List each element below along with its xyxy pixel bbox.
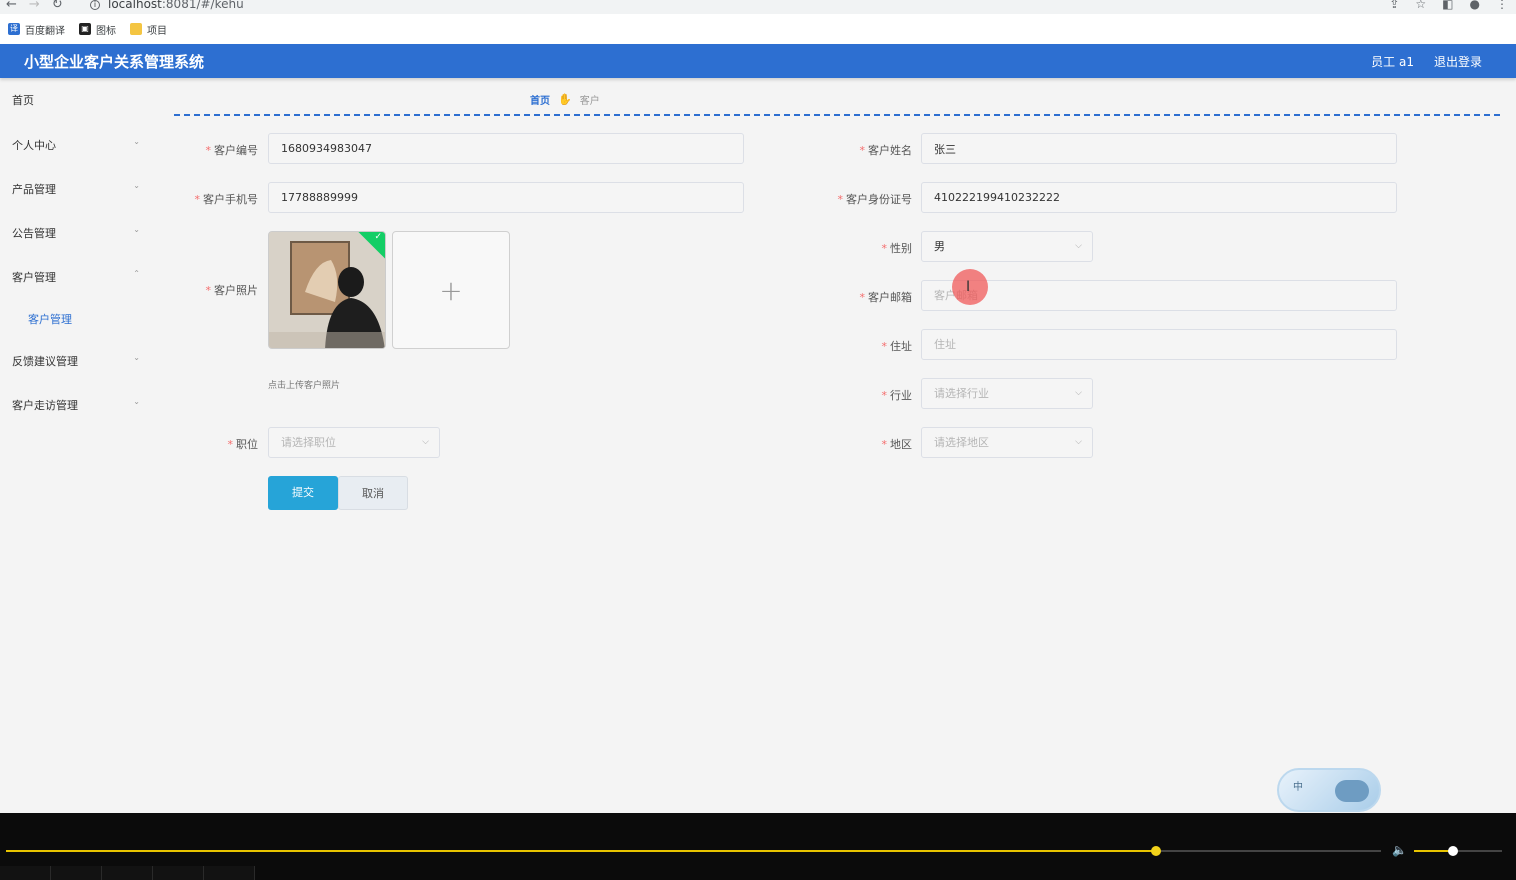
app-header: 小型企业客户关系管理系统 员工 a1 退出登录 [0,44,1516,78]
sidebar: 首页 个人中心 ⌄ 产品管理 ⌄ 公告管理 ⌄ 客户管理 ⌃ 客户管理 反馈建议管理 ⌄ … [0,78,150,813]
volume-level [1414,850,1453,852]
bookmark-star-icon[interactable]: ☆ [1415,0,1426,11]
phone-label: * 客户手机号 [194,193,259,206]
customer-photo-thumbnail[interactable]: ✓ [268,231,386,349]
email-label: * 客户邮箱 [859,291,913,304]
address-label: * 住址 [881,340,913,353]
seek-progress [6,850,1156,852]
id-card-input[interactable] [921,182,1397,213]
app-title: 小型企业客户关系管理系统 [24,53,205,71]
upload-tip: 点击上传客户照片 [268,381,341,391]
mascot-icon [1335,780,1369,802]
volume-slider[interactable] [1414,846,1502,856]
phone-input[interactable] [268,182,744,213]
gender-select[interactable]: 男 ⌵ [921,231,1093,262]
sidebar-item-home[interactable]: 首页 [12,92,140,108]
seek-bar[interactable] [6,846,1381,856]
sidepanel-icon[interactable]: ◧ [1442,0,1453,11]
address-input[interactable] [921,329,1397,360]
bookmark-item[interactable]: 项目 [130,22,167,37]
submit-button[interactable]: 提交 [268,476,338,510]
chevron-down-icon: ⌄ [133,353,140,362]
forward-icon[interactable]: → [29,0,40,12]
chevron-down-icon: ⌵ [1075,437,1082,447]
folder-icon [130,23,142,35]
sidebar-item-feedback[interactable]: 反馈建议管理 ⌄ [12,353,140,369]
address-bar[interactable]: i localhost:8081/#/kehu [90,0,244,11]
customer-no-label: * 客户编号 [205,144,259,157]
sidebar-item-personal-center[interactable]: 个人中心 ⌄ [12,137,140,153]
site-info-icon[interactable]: i [90,0,100,10]
share-icon[interactable]: ⇪ [1389,0,1399,11]
volume-icon[interactable]: 🔈 [1392,843,1407,857]
cancel-button[interactable]: 取消 [338,476,408,510]
thumbnail-slot[interactable] [102,866,153,880]
thumbnail-slot[interactable] [153,866,204,880]
hand-icon: ✋ [558,93,572,106]
id-card-label: * 客户身份证号 [837,193,913,206]
email-input[interactable] [921,280,1397,311]
sidebar-item-products[interactable]: 产品管理 ⌄ [12,181,140,197]
customer-photo-image [269,232,385,348]
translate-icon: 译 [8,23,20,35]
position-select[interactable]: 请选择职位 ⌵ [268,427,440,458]
video-player-bar: 🔈 [0,813,1516,880]
current-user: 员工 a1 [1371,55,1414,69]
breadcrumb: 首页 ✋ 客户 [530,92,600,107]
region-label: * 地区 [881,438,913,451]
image-icon: ▣ [79,23,91,35]
player-thumbnails [0,866,255,880]
photo-label: * 客户照片 [205,284,259,297]
chevron-down-icon: ⌄ [133,397,140,406]
position-label: * 职位 [227,438,259,451]
chevron-down-icon: ⌵ [1075,388,1082,398]
sidebar-item-visits[interactable]: 客户走访管理 ⌄ [12,397,140,413]
thumbnail-slot[interactable] [0,866,51,880]
customer-no-input[interactable] [268,133,744,164]
bookmarks-bar: 译 百度翻译 ▣ 图标 项目 [0,14,1516,44]
chevron-up-icon: ⌃ [133,269,140,278]
plus-icon: + [439,273,463,307]
reload-icon[interactable]: ↻ [52,0,63,12]
check-icon: ✓ [374,232,382,242]
profile-icon[interactable]: ● [1470,0,1480,11]
logout-button[interactable]: 退出登录 [1434,53,1482,70]
thumbnail-slot[interactable] [51,866,102,880]
breadcrumb-current: 客户 [579,96,600,107]
sidebar-subitem-customer-management[interactable]: 客户管理 [28,311,72,327]
menu-kebab-icon[interactable]: ⋮ [1496,0,1508,11]
floating-assistant-widget[interactable]: 中 [1277,768,1381,812]
chevron-down-icon: ⌵ [1075,241,1082,251]
chevron-down-icon: ⌄ [133,225,140,234]
text-cursor-icon: I [966,279,971,295]
sidebar-item-customers[interactable]: 客户管理 ⌃ [12,269,140,285]
volume-handle[interactable] [1447,846,1458,856]
breadcrumb-home[interactable]: 首页 [530,92,550,107]
industry-label: * 行业 [881,389,913,402]
divider [174,114,1500,116]
gender-label: * 性别 [881,242,913,255]
browser-actions: ⇪ ☆ ◧ ● ⋮ [1389,0,1508,11]
customer-name-label: * 客户姓名 [859,144,913,157]
chevron-down-icon: ⌄ [133,137,140,146]
customer-name-input[interactable] [921,133,1397,164]
browser-toolbar: ← → ↻ i localhost:8081/#/kehu ⇪ ☆ ◧ ● ⋮ [0,0,1516,14]
thumbnail-slot[interactable] [204,866,255,880]
back-icon[interactable]: ← [6,0,17,12]
header-user-area: 员工 a1 退出登录 [1371,53,1482,70]
region-select[interactable]: 请选择地区 ⌵ [921,427,1093,458]
chevron-down-icon: ⌄ [133,181,140,190]
browser-nav: ← → ↻ [6,0,63,12]
bookmark-item[interactable]: 译 百度翻译 [8,22,65,37]
upload-photo-button[interactable]: + [392,231,510,349]
sidebar-item-announcements[interactable]: 公告管理 ⌄ [12,225,140,241]
industry-select[interactable]: 请选择行业 ⌵ [921,378,1093,409]
seek-handle[interactable] [1150,846,1161,856]
bookmark-item[interactable]: ▣ 图标 [79,22,116,37]
chevron-down-icon: ⌵ [422,437,429,447]
